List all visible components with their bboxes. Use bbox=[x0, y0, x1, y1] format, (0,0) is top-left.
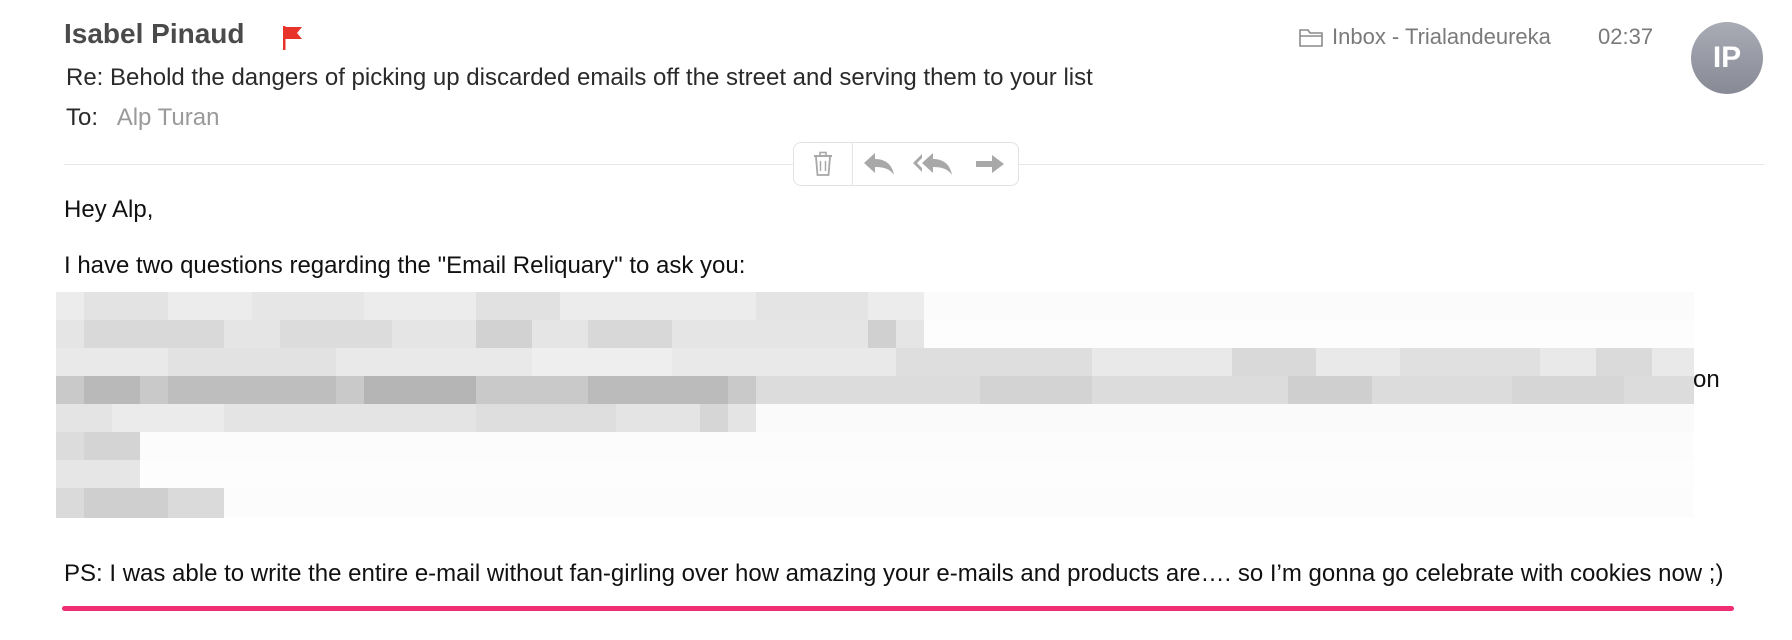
sender-name[interactable]: Isabel Pinaud bbox=[64, 18, 245, 50]
delete-button[interactable] bbox=[794, 143, 852, 185]
folder-icon bbox=[1299, 29, 1323, 47]
to-label: To: bbox=[66, 104, 99, 131]
email-subject: Re: Behold the dangers of picking up dis… bbox=[66, 64, 1093, 91]
message-toolbar bbox=[793, 142, 1019, 186]
email-greeting: Hey Alp, bbox=[64, 196, 154, 223]
message-time: 02:37 bbox=[1598, 24, 1654, 49]
reply-all-button[interactable] bbox=[905, 143, 963, 185]
visible-text-fragment: on bbox=[1693, 366, 1720, 393]
forward-button[interactable] bbox=[962, 143, 1018, 185]
recipient-name[interactable]: Alp Turan bbox=[117, 104, 220, 131]
redacted-content bbox=[56, 292, 1694, 530]
reply-button[interactable] bbox=[853, 143, 905, 185]
avatar: IP bbox=[1691, 22, 1763, 94]
reply-icon bbox=[863, 153, 894, 175]
reply-all-icon bbox=[913, 153, 953, 175]
avatar-initials: IP bbox=[1712, 41, 1742, 74]
email-intro: I have two questions regarding the "Emai… bbox=[64, 252, 746, 279]
flag-icon[interactable] bbox=[280, 24, 306, 52]
forward-icon bbox=[976, 155, 1005, 173]
trash-icon bbox=[813, 151, 832, 176]
ps-highlight-underline bbox=[62, 606, 1734, 611]
recipient-row: To: Alp Turan bbox=[66, 104, 219, 132]
mailbox-label: Inbox - Trialandeureka bbox=[1332, 24, 1551, 49]
mailbox-location[interactable]: Inbox - Trialandeureka bbox=[1298, 24, 1551, 50]
email-ps: PS: I was able to write the entire e-mai… bbox=[64, 560, 1724, 587]
